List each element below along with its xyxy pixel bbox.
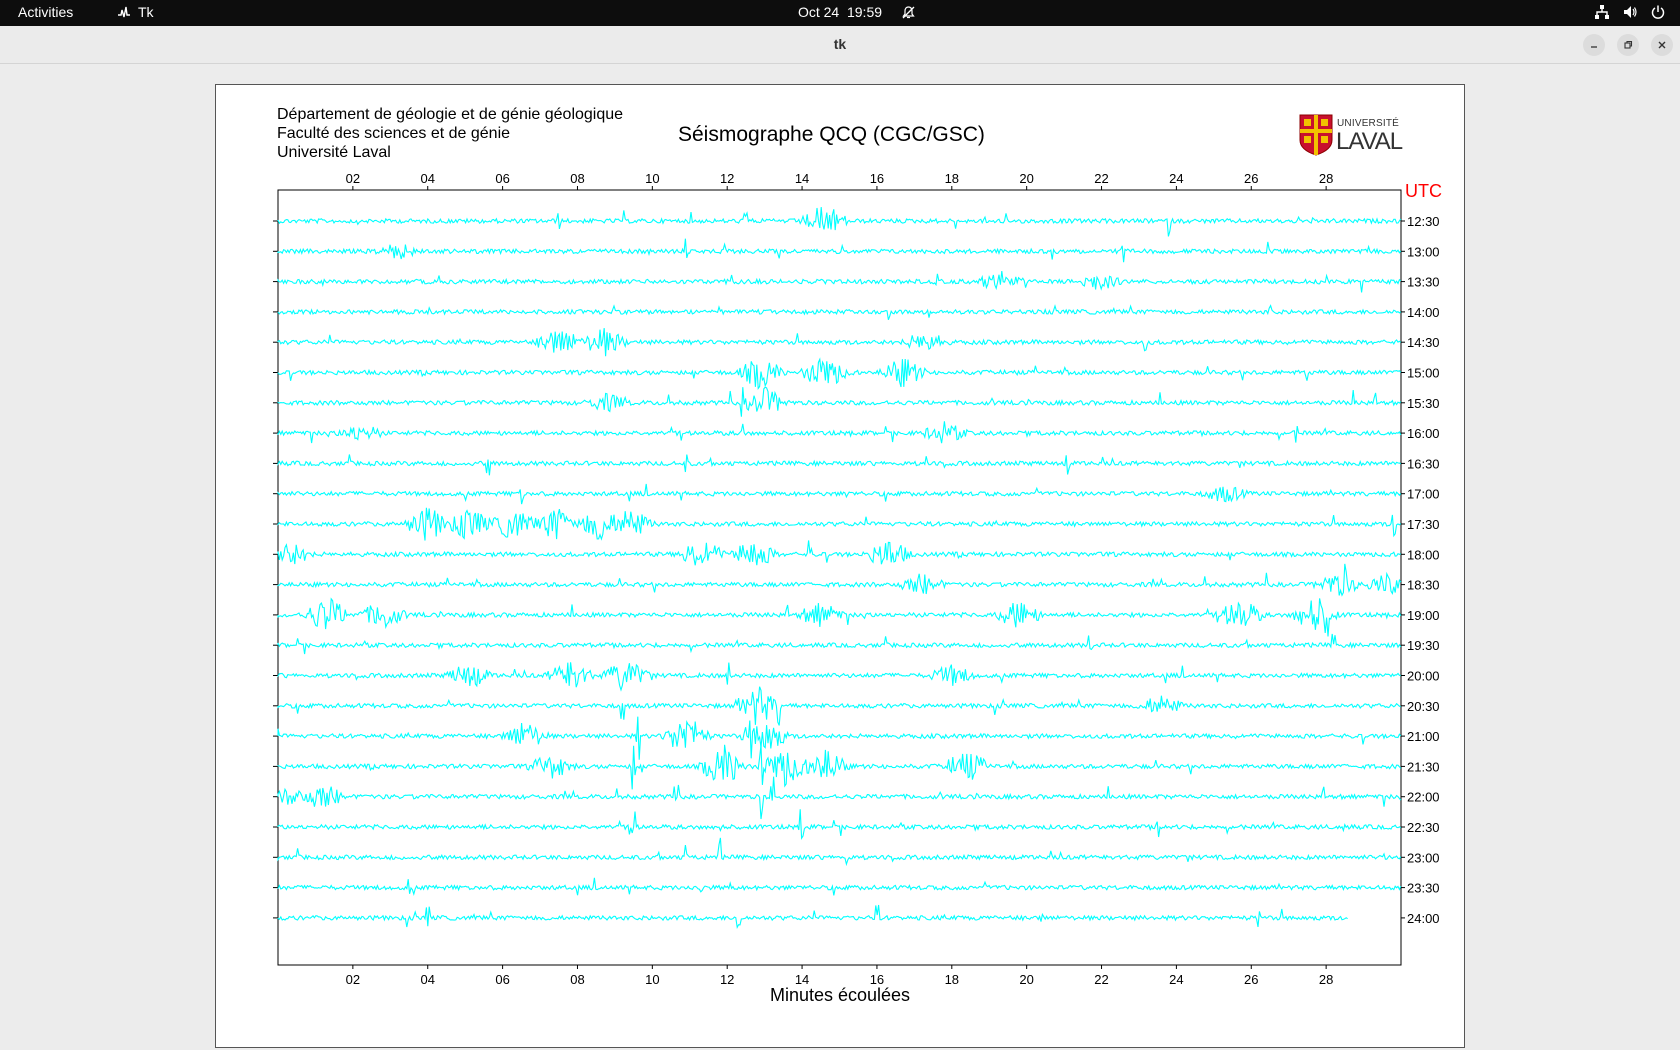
row-time-label: 17:00 bbox=[1407, 487, 1440, 502]
power-icon[interactable] bbox=[1650, 4, 1666, 20]
row-time-label: 22:30 bbox=[1407, 820, 1440, 835]
window-titlebar[interactable]: tk bbox=[0, 26, 1680, 64]
row-time-label: 12:30 bbox=[1407, 214, 1440, 229]
row-time-label: 16:00 bbox=[1407, 426, 1440, 441]
x-tick-label-top: 04 bbox=[420, 171, 434, 186]
seismic-trace bbox=[277, 877, 1402, 897]
app-menu-label: Tk bbox=[138, 4, 154, 20]
x-tick-label-top: 10 bbox=[645, 171, 659, 186]
x-tick-label-top: 22 bbox=[1094, 171, 1108, 186]
row-time-label: 13:00 bbox=[1407, 244, 1440, 259]
seismic-trace bbox=[277, 507, 1402, 541]
row-time-label: 17:30 bbox=[1407, 517, 1440, 532]
system-top-bar: Activities Tk Oct 24 19:59 bbox=[0, 0, 1680, 26]
seismic-trace bbox=[277, 809, 1402, 841]
clock-time[interactable]: 19:59 bbox=[847, 4, 882, 20]
window-content: Département de géologie et de génie géol… bbox=[0, 64, 1680, 1050]
row-time-label: 20:00 bbox=[1407, 669, 1440, 684]
x-tick-label-top: 24 bbox=[1169, 171, 1183, 186]
maximize-button[interactable] bbox=[1617, 34, 1639, 56]
row-time-label: 19:30 bbox=[1407, 638, 1440, 653]
row-time-label: 16:30 bbox=[1407, 456, 1440, 471]
row-time-label: 15:30 bbox=[1407, 396, 1440, 411]
seismic-trace bbox=[277, 540, 1402, 566]
clock: Oct 24 19:59 bbox=[0, 4, 1680, 20]
seismic-trace bbox=[277, 386, 1402, 417]
row-time-label: 24:00 bbox=[1407, 911, 1440, 926]
x-tick-label-top: 06 bbox=[495, 171, 509, 186]
seismic-trace bbox=[277, 837, 1402, 867]
seismic-trace bbox=[277, 563, 1402, 597]
row-time-label: 15:00 bbox=[1407, 366, 1440, 381]
window-title: tk bbox=[833, 36, 847, 52]
seismic-trace bbox=[277, 421, 1402, 444]
row-time-label: 14:30 bbox=[1407, 335, 1440, 350]
x-tick-label-top: 26 bbox=[1244, 171, 1258, 186]
x-axis-label: Minutes écoulées bbox=[769, 985, 911, 1005]
seismic-trace bbox=[277, 483, 1402, 505]
row-time-label: 21:00 bbox=[1407, 729, 1440, 744]
seismic-trace bbox=[277, 662, 1401, 692]
close-button[interactable] bbox=[1651, 34, 1673, 56]
volume-icon[interactable] bbox=[1622, 4, 1638, 20]
close-icon bbox=[1658, 41, 1666, 49]
seismic-trace bbox=[277, 776, 1402, 820]
minimize-button[interactable] bbox=[1583, 34, 1605, 56]
minimize-icon bbox=[1591, 46, 1597, 48]
x-tick-label-top: 08 bbox=[570, 171, 584, 186]
system-tray[interactable] bbox=[1594, 4, 1666, 20]
row-time-label: 14:00 bbox=[1407, 305, 1440, 320]
row-time-label: 21:30 bbox=[1407, 759, 1440, 774]
seismic-trace bbox=[277, 238, 1402, 263]
seismic-trace bbox=[277, 744, 1402, 790]
x-tick-label-top: 12 bbox=[720, 171, 734, 186]
notifications-muted-icon[interactable] bbox=[901, 5, 916, 20]
y-axis-label-utc: UTC bbox=[1405, 181, 1442, 201]
seismic-trace bbox=[277, 454, 1402, 476]
seismic-trace bbox=[277, 207, 1402, 237]
row-time-label: 18:30 bbox=[1407, 578, 1440, 593]
x-tick-label-top: 18 bbox=[945, 171, 959, 186]
seismic-trace bbox=[277, 328, 1402, 357]
seismic-trace bbox=[277, 357, 1402, 390]
row-time-label: 20:30 bbox=[1407, 699, 1440, 714]
row-time-label: 19:00 bbox=[1407, 608, 1440, 623]
row-time-label: 13:30 bbox=[1407, 275, 1440, 290]
activities-button[interactable]: Activities bbox=[18, 4, 73, 20]
seismic-trace bbox=[277, 304, 1402, 320]
app-menu-button[interactable]: Tk bbox=[116, 4, 154, 20]
x-tick-label-top: 20 bbox=[1019, 171, 1033, 186]
seismic-trace bbox=[277, 686, 1401, 726]
seismic-trace bbox=[277, 904, 1348, 930]
seismic-trace bbox=[277, 271, 1402, 293]
seismic-trace bbox=[277, 597, 1402, 637]
restore-icon bbox=[1624, 40, 1633, 49]
row-time-label: 23:30 bbox=[1407, 881, 1440, 896]
row-time-label: 18:00 bbox=[1407, 547, 1440, 562]
row-time-label: 23:00 bbox=[1407, 850, 1440, 865]
x-tick-label-top: 16 bbox=[870, 171, 884, 186]
row-time-label: 22:00 bbox=[1407, 790, 1440, 805]
seismogram-plot: 0202040406060808101012121414161618182020… bbox=[273, 171, 1442, 987]
plot-area-frame bbox=[277, 189, 1402, 966]
x-tick-label-top: 02 bbox=[346, 171, 360, 186]
x-tick-label-top: 14 bbox=[795, 171, 809, 186]
x-tick-label-top: 28 bbox=[1319, 171, 1333, 186]
seismic-trace bbox=[277, 633, 1402, 655]
seismic-trace bbox=[277, 716, 1402, 760]
clock-date[interactable]: Oct 24 bbox=[798, 4, 839, 20]
network-wired-icon[interactable] bbox=[1594, 4, 1610, 20]
seismogram-canvas: Département de géologie et de génie géol… bbox=[215, 84, 1465, 1048]
tk-app-icon bbox=[118, 6, 130, 18]
